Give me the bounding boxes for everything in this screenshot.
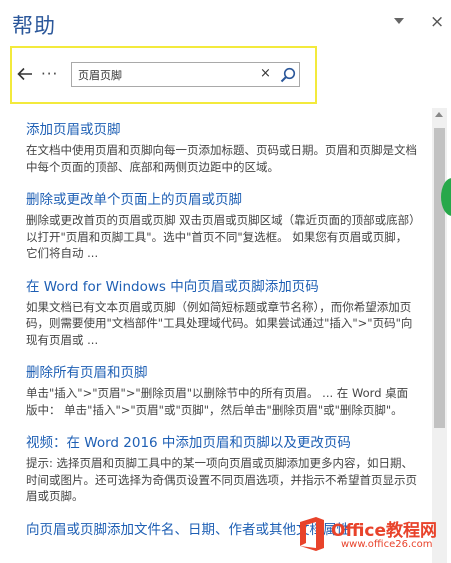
result-title-link[interactable]: 在 Word for Windows 中向页眉或页脚添加页码 [26,277,418,297]
search-result: 在 Word for Windows 中向页眉或页脚添加页码 如果文档已有文本页… [26,277,418,349]
result-title-link[interactable]: 添加页眉或页脚 [26,120,418,140]
watermark-text: Office教程网 [331,521,438,541]
result-title-link[interactable]: 视频：在 Word 2016 中添加页眉和页脚以及更改页码 [26,433,418,453]
scroll-up-arrow-icon[interactable] [435,112,443,117]
pane-close-icon[interactable]: × [430,12,444,32]
search-input[interactable] [78,66,248,83]
result-snippet: 删除或更改首页的页眉或页脚 双击页眉或页脚区域（靠近页面的顶部或底部）以打开"页… [26,213,415,260]
search-box[interactable]: × [71,62,300,87]
search-result: 添加页眉或页脚 在文档中使用页眉和页脚向每一页添加标题、页码或日期。页眉和页脚是… [26,120,418,175]
search-result: 删除或更改单个页面上的页眉或页脚 删除或更改首页的页眉或页脚 双击页眉或页脚区域… [26,190,418,262]
back-arrow-icon[interactable] [15,64,35,84]
more-ellipsis-icon[interactable]: ··· [41,65,58,83]
vertical-scrollbar[interactable] [432,108,447,563]
result-snippet: 在文档中使用页眉和页脚向每一页添加标题、页码或日期。页眉和页脚是文档中每个页面的… [26,143,417,174]
result-snippet: 单击"插入">"页眉">"删除页眉"以删除节中的所有页眉。 ... 在 Word… [26,386,409,417]
pane-title: 帮助 [12,14,56,38]
result-snippet: 如果文档已有文本页眉或页脚（例如简短标题或章节名称），而你希望添加页码，则需要使… [26,299,413,347]
search-icon[interactable] [279,66,297,84]
pane-options-chevron-down-icon[interactable] [394,18,404,24]
search-result: 视频：在 Word 2016 中添加页眉和页脚以及更改页码 提示: 选择页眉和页… [26,433,418,505]
watermark-url: www.office26.com [341,539,433,550]
search-results-list: 添加页眉或页脚 在文档中使用页眉和页脚向每一页添加标题、页码或日期。页眉和页脚是… [26,120,418,555]
result-title-link[interactable]: 删除或更改单个页面上的页眉或页脚 [26,190,418,210]
help-pane: 帮助 × ··· × 添加页眉或页脚 在文档中使用页眉和页脚向每一页添加标题、页… [0,0,451,563]
office-logo-icon [300,517,324,551]
watermark-logo: Office教程网 www.office26.com [297,514,447,558]
search-result: 删除所有页眉和页脚 单击"插入">"页眉">"删除页眉"以删除节中的所有页眉。 … [26,363,418,418]
scrollbar-thumb[interactable] [434,128,445,428]
result-title-link[interactable]: 删除所有页眉和页脚 [26,363,418,383]
result-snippet: 提示: 选择页眉和页脚工具中的某一项向页眉或页脚添加更多内容，如日期、时间或图片… [26,456,417,503]
clear-search-icon[interactable]: × [260,65,271,83]
